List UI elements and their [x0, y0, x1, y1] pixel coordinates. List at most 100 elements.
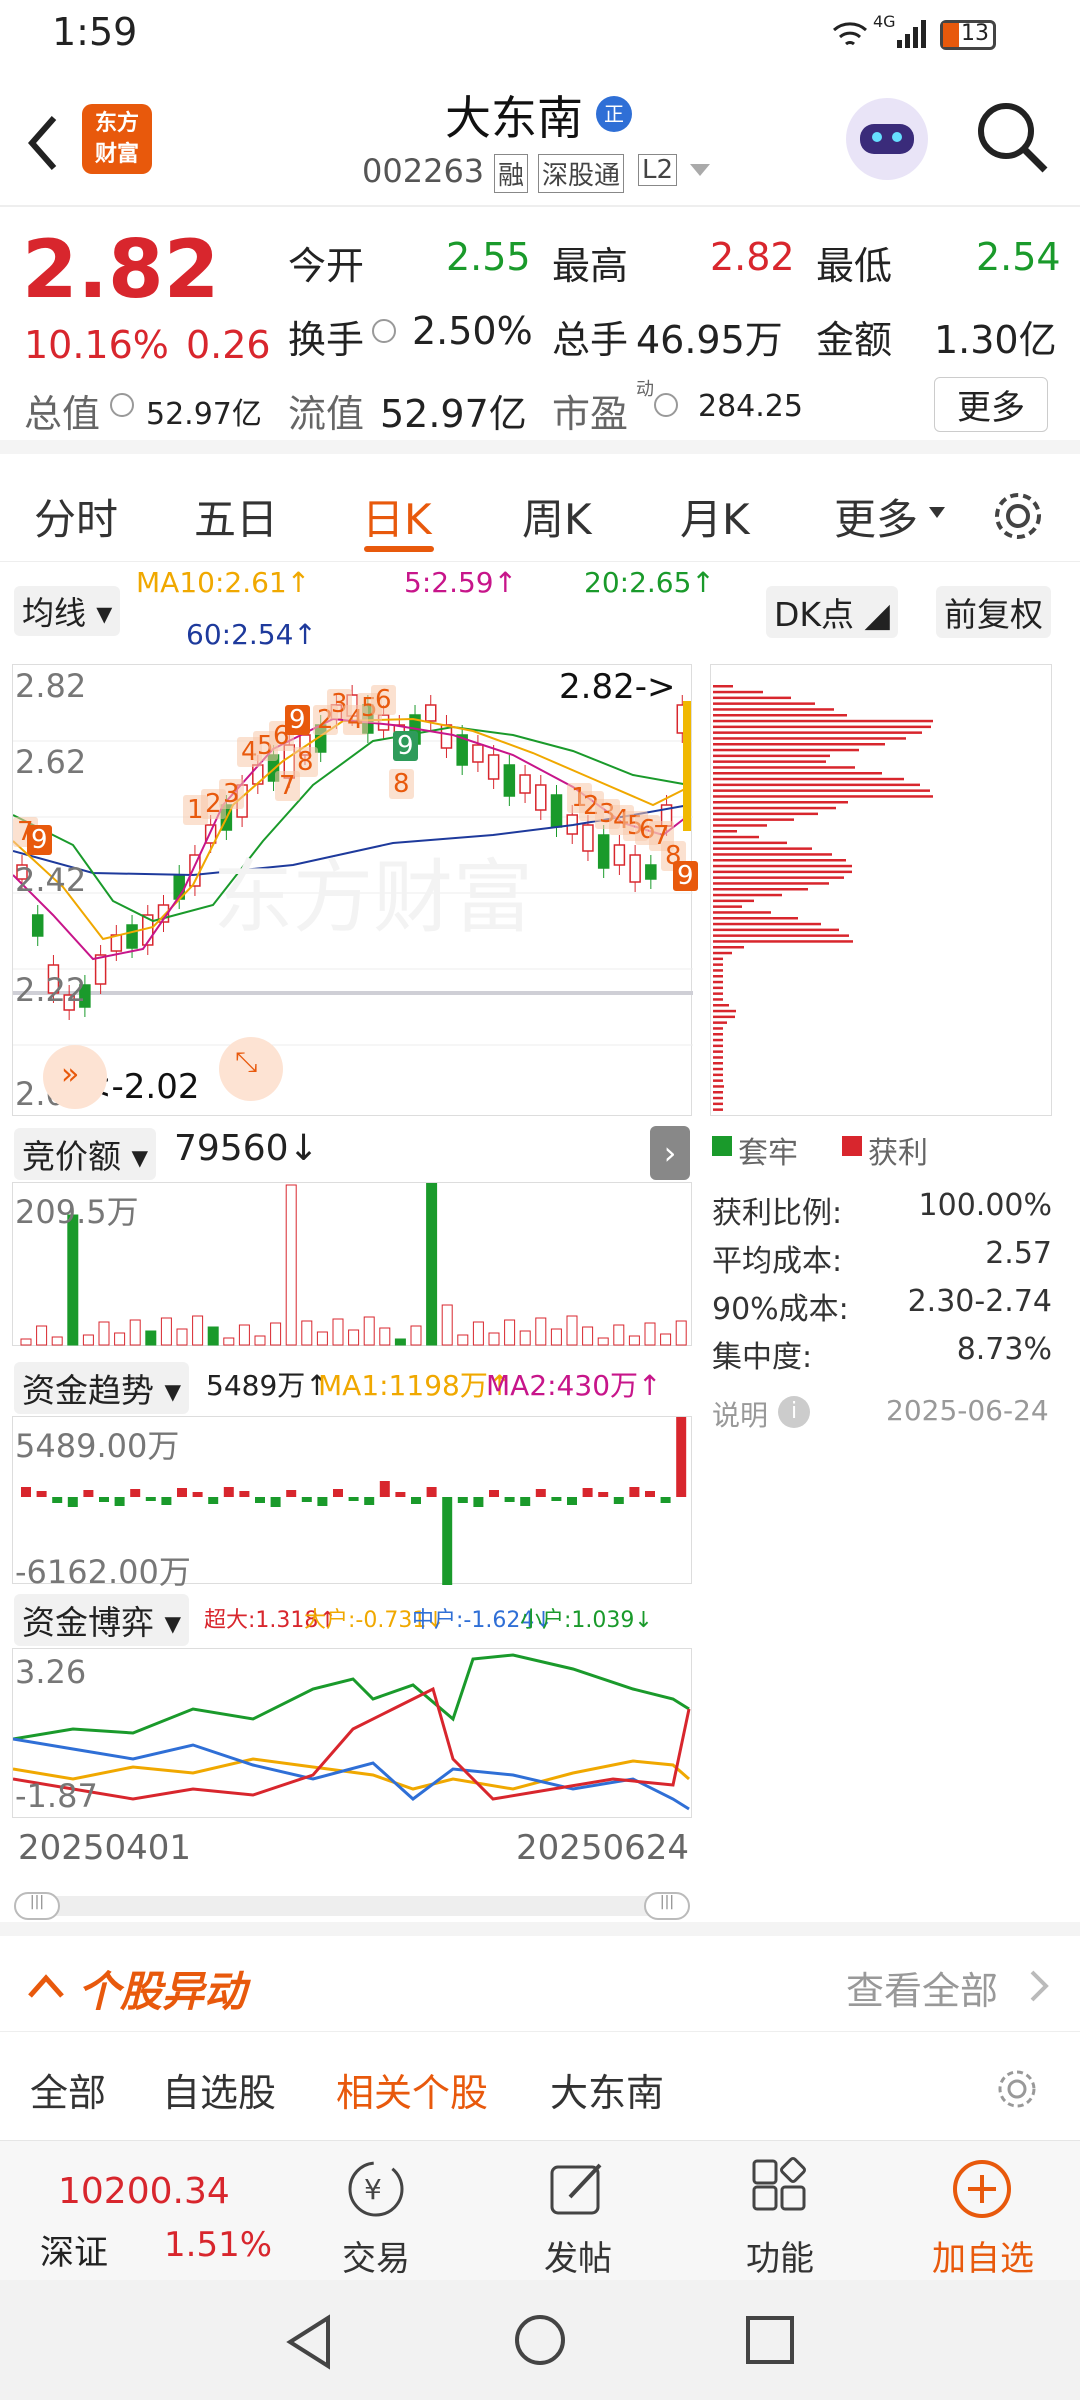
post-button[interactable]: 发帖: [518, 2231, 638, 2280]
fund-trend-bar: [613, 1497, 624, 1504]
auction-bar: [82, 1334, 94, 1346]
tab-intraday[interactable]: 分时: [34, 486, 118, 547]
ma-selector[interactable]: 均线 ▾: [14, 586, 121, 636]
chip-bar: [713, 1079, 723, 1082]
chip-bar: [713, 783, 920, 787]
fund-trend-bar: [567, 1497, 577, 1505]
turnover-value: 2.50%: [412, 309, 533, 353]
volume-value: 46.95万: [636, 318, 783, 362]
chip-bar: [713, 882, 829, 885]
nav-back-icon[interactable]: [284, 2314, 334, 2370]
fund-trend-bar: [442, 1497, 453, 1591]
adjust-selector[interactable]: 前复权: [936, 586, 1051, 638]
info-dots-icon[interactable]: [372, 319, 396, 343]
auction-bar: [535, 1317, 547, 1346]
range-handle-right[interactable]: |||: [644, 1892, 690, 1920]
chip-bar: [713, 1062, 723, 1065]
index-ticker[interactable]: 10200.34 深证 1.51%: [0, 2141, 300, 2281]
dk-point-selector[interactable]: DK点 ◢: [766, 586, 898, 638]
fund-trend-bar: [520, 1497, 531, 1506]
fund-trend-bar: [239, 1491, 250, 1497]
tab-five-day[interactable]: 五日: [194, 486, 278, 547]
mktcap-value: 52.97亿: [146, 397, 262, 432]
post-icon: [550, 2163, 602, 2215]
signal-icon: [897, 20, 926, 48]
kline-panel[interactable]: 东方财富 2.82 2.62 2.42 2.22 2.02 2.82-> <-2…: [12, 664, 698, 1116]
nav-recent-icon[interactable]: [744, 2314, 796, 2366]
chevron-up-icon[interactable]: [26, 1970, 66, 2000]
chip-bar: [713, 806, 836, 810]
fund-trend-bar: [395, 1492, 406, 1497]
robot-assistant-icon[interactable]: [846, 98, 928, 180]
tab-more[interactable]: 更多: [834, 486, 918, 547]
fund-ma2: MA2:430万↑: [486, 1369, 662, 1402]
view-all-link[interactable]: 查看全部: [846, 1960, 998, 2015]
tab-stock[interactable]: 大东南: [550, 2062, 664, 2117]
pe-label: 市盈: [552, 392, 629, 436]
fund-game-panel[interactable]: 3.26 -1.87: [12, 1648, 692, 1818]
function-button[interactable]: 功能: [720, 2231, 840, 2280]
chip-bar: [713, 975, 723, 978]
tab-daily-k[interactable]: 日K: [362, 486, 432, 547]
candle-body: [487, 754, 500, 780]
auction-selector[interactable]: 竞价额 ▾: [14, 1128, 157, 1180]
index-value: 10200.34: [58, 2171, 230, 2212]
tab-monthly-k[interactable]: 月K: [680, 486, 750, 547]
chevron-down-icon[interactable]: [688, 162, 712, 180]
chevron-right-icon[interactable]: [1028, 1968, 1050, 2004]
add-watchlist-button[interactable]: 加自选: [920, 2231, 1046, 2280]
chip-bar: [713, 864, 852, 868]
app-logo[interactable]: 东方 财富: [82, 104, 152, 174]
chip-bar: [713, 1021, 727, 1024]
tab-weekly-k[interactable]: 周K: [522, 486, 592, 547]
fund-trend-bar: [145, 1497, 156, 1501]
nav-home-icon[interactable]: [512, 2312, 568, 2368]
super-line: [12, 1686, 691, 1801]
x-axis-end: 20250624: [516, 1828, 690, 1868]
auction-panel[interactable]: 209.5万: [12, 1180, 692, 1346]
more-button[interactable]: 更多: [934, 377, 1048, 432]
back-icon[interactable]: [22, 112, 62, 174]
info-dots-icon[interactable]: [110, 393, 134, 417]
tab-all[interactable]: 全部: [30, 2062, 106, 2117]
mktcap-label: 总值: [24, 392, 101, 436]
tab-related[interactable]: 相关个股: [336, 2062, 488, 2117]
open-value: 2.55: [446, 235, 531, 279]
fund-trend-bar: [426, 1487, 437, 1497]
fund-trend-bar: [208, 1497, 219, 1504]
trade-button[interactable]: 交易: [316, 2231, 436, 2280]
fund-trend-selector[interactable]: 资金趋势 ▾: [14, 1362, 190, 1414]
add-watchlist-icon: [953, 2160, 1011, 2218]
float-label: 流值: [288, 392, 365, 436]
auction-bar: [129, 1319, 141, 1346]
double-arrow-icon[interactable]: »: [43, 1045, 107, 1109]
expand-icon[interactable]: ⤡: [219, 1037, 283, 1101]
range-scrollbar[interactable]: ||| |||: [14, 1892, 690, 1920]
auction-bar: [660, 1333, 672, 1346]
range-handle-left[interactable]: |||: [14, 1892, 60, 1920]
chip-bar: [713, 911, 771, 914]
network-type: 4G: [873, 12, 896, 31]
chip-bar: [713, 696, 791, 700]
settings-gear-icon[interactable]: [994, 2066, 1040, 2112]
settings-gear-icon[interactable]: [990, 488, 1046, 544]
note-label[interactable]: 说明: [712, 1394, 768, 1434]
candle-body: [94, 954, 107, 985]
fund-trend-bar: [411, 1497, 421, 1504]
chip-bar: [713, 899, 754, 903]
info-dots-icon[interactable]: [654, 393, 678, 417]
fund-trend-bar: [36, 1491, 47, 1497]
fund-trend-panel[interactable]: 5489.00万 -6162.00万: [12, 1416, 692, 1591]
search-icon[interactable]: [975, 100, 1049, 174]
chip-bar: [713, 928, 839, 932]
tab-watchlist[interactable]: 自选股: [162, 2062, 276, 2117]
chip-bar: [713, 1033, 723, 1036]
info-icon[interactable]: i: [778, 1396, 810, 1428]
trapped-legend: 套牢: [738, 1136, 798, 1171]
fund-game-selector[interactable]: 资金博弈 ▾: [14, 1594, 190, 1646]
anomaly-title: 个股异动: [78, 1967, 247, 2016]
expand-panel-arrow[interactable]: ›: [650, 1126, 690, 1180]
dropdown-arrow-icon: [929, 507, 945, 518]
period-tabs: 分时 五日 日K 周K 月K 更多: [0, 468, 1080, 562]
stock-name: 大东南: [445, 91, 583, 145]
